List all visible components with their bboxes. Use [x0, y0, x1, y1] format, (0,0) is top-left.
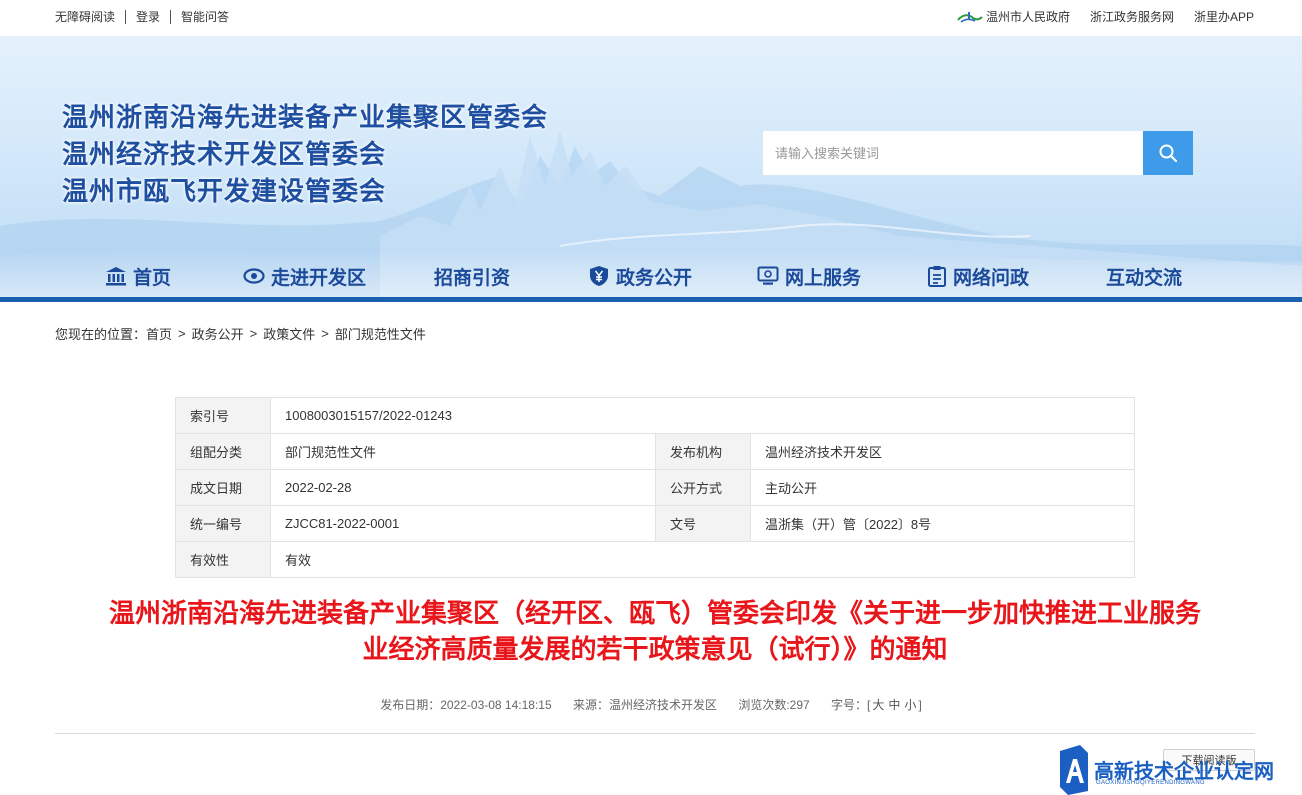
building-icon	[106, 267, 126, 286]
search-icon	[1159, 144, 1178, 163]
top-bar-right: 温州市人民政府 浙江政务服务网 浙里办APP	[957, 9, 1254, 25]
header-banner: 温州浙南沿海先进装备产业集聚区管委会 温州经济技术开发区管委会 温州市瓯飞开发建…	[0, 36, 1302, 302]
meta-label-validity: 有效性	[175, 541, 271, 578]
meta-value-docno: 温浙集（开）管〔2022〕8号	[750, 505, 1135, 542]
table-row: 组配分类 部门规范性文件 发布机构 温州经济技术开发区	[175, 433, 1135, 470]
breadcrumb-separator: >	[249, 326, 258, 341]
meta-value-validity: 有效	[270, 541, 1135, 578]
wenzhou-logo-icon	[957, 12, 983, 23]
main-nav: 首页 走进开发区 招商引资 政务公开 网上服务 网络问政 互动交流	[0, 256, 1302, 296]
meta-label-docno: 文号	[655, 505, 751, 542]
meta-label-publisher: 发布机构	[655, 433, 751, 470]
zheliban-app-link[interactable]: 浙里办APP	[1194, 9, 1254, 25]
font-medium-button[interactable]: 中	[888, 698, 900, 712]
font-large-button[interactable]: 大	[872, 698, 884, 712]
zhejiang-service-link[interactable]: 浙江政务服务网	[1090, 9, 1174, 25]
nav-label-about-zone: 走进开发区	[271, 267, 367, 289]
nav-label-online-service: 网上服务	[785, 267, 862, 289]
article-title-line-2: 业经济高质量发展的若干政策意见（试行）》的通知	[362, 635, 948, 665]
watermark: 高新技术企业认定网 GAOXINJISHUQIYERENDINGWANG	[1056, 745, 1302, 795]
eye-icon	[243, 268, 265, 284]
meta-label-category: 组配分类	[175, 433, 271, 470]
breadcrumb-gov-affairs[interactable]: 政务公开	[192, 324, 244, 343]
meta-value-publisher: 温州经济技术开发区	[750, 433, 1135, 470]
yen-shield-icon	[590, 266, 608, 286]
table-row: 索引号 1008003015157/2022-01243	[175, 397, 1135, 434]
nav-item-home[interactable]: 首页	[105, 256, 171, 296]
site-title-line-3: 温州市瓯飞开发建设管委会	[62, 177, 387, 207]
nav-item-online-inquiry[interactable]: 网络问政	[927, 256, 1029, 296]
accessibility-link[interactable]: 无障碍阅读	[55, 10, 115, 24]
article-title: 温州浙南沿海先进装备产业集聚区（经开区、瓯飞）管委会印发《关于进一步加快推进工业…	[55, 596, 1255, 668]
article-info: 发布日期：2022-03-08 14:18:15 来源：温州经济技术开发区 浏览…	[0, 696, 1302, 713]
wenzhou-gov-label: 温州市人民政府	[985, 10, 1070, 24]
clipboard-icon	[928, 266, 946, 287]
font-size-close: ]	[918, 698, 922, 712]
wenzhou-gov-link[interactable]: 温州市人民政府	[957, 9, 1070, 25]
view-count: 浏览次数:297	[738, 698, 810, 712]
top-bar-left: 无障碍阅读 登录 智能问答	[55, 10, 229, 24]
publish-date: 发布日期：2022-03-08 14:18:15	[380, 698, 552, 712]
nav-item-investment[interactable]: 招商引资	[434, 256, 510, 296]
meta-label-index: 索引号	[175, 397, 271, 434]
divider	[170, 10, 172, 24]
breadcrumb: 您现在的位置： 首页 > 政务公开 > 政策文件 > 部门规范性文件	[55, 324, 426, 343]
meta-label-code: 统一编号	[175, 505, 271, 542]
nav-label-home: 首页	[133, 267, 172, 289]
meta-value-mode: 主动公开	[750, 469, 1135, 506]
watermark-logo-icon	[1060, 745, 1088, 795]
breadcrumb-separator: >	[178, 326, 186, 341]
search-button[interactable]	[1143, 131, 1193, 175]
nav-item-gov-affairs[interactable]: 政务公开	[588, 256, 692, 296]
breadcrumb-prefix: 您现在的位置：	[55, 327, 147, 342]
nav-label-gov-affairs: 政务公开	[616, 267, 693, 289]
nav-label-online-inquiry: 网络问政	[953, 267, 1030, 289]
font-size-label: 字号：[	[831, 698, 871, 712]
table-row: 统一编号 ZJCC81-2022-0001 文号 温浙集（开）管〔2022〕8号	[175, 505, 1135, 542]
meta-value-code: ZJCC81-2022-0001	[270, 505, 656, 542]
monitor-icon	[757, 266, 779, 285]
nav-label-interaction: 互动交流	[1106, 267, 1183, 289]
nav-bottom-bar	[0, 297, 1302, 302]
document-meta-table: 索引号 1008003015157/2022-01243 组配分类 部门规范性文…	[175, 397, 1135, 578]
divider	[55, 733, 1255, 734]
table-row: 成文日期 2022-02-28 公开方式 主动公开	[175, 469, 1135, 506]
article-title-line-1: 温州浙南沿海先进装备产业集聚区（经开区、瓯飞）管委会印发《关于进一步加快推进工业…	[108, 599, 1201, 629]
login-link[interactable]: 登录	[136, 10, 160, 24]
search-box	[763, 131, 1193, 175]
site-title-block: 温州浙南沿海先进装备产业集聚区管委会 温州经济技术开发区管委会 温州市瓯飞开发建…	[62, 100, 548, 211]
site-title-line-1: 温州浙南沿海先进装备产业集聚区管委会	[62, 103, 549, 133]
breadcrumb-dept-normative[interactable]: 部门规范性文件	[335, 324, 426, 343]
meta-value-date: 2022-02-28	[270, 469, 656, 506]
nav-label-investment: 招商引资	[434, 267, 511, 289]
breadcrumb-separator: >	[321, 326, 329, 341]
table-row: 有效性 有效	[175, 541, 1135, 578]
article-source: 来源：温州经济技术开发区	[572, 698, 717, 712]
breadcrumb-policy-docs[interactable]: 政策文件	[263, 324, 315, 343]
nav-item-about-zone[interactable]: 走进开发区	[243, 256, 366, 296]
meta-value-index: 1008003015157/2022-01243	[270, 397, 1135, 434]
top-bar: 无障碍阅读 登录 智能问答 温州市人民政府 浙江政务服务网 浙里办APP	[0, 0, 1302, 36]
meta-label-mode: 公开方式	[655, 469, 751, 506]
font-size-control: 字号：[大中小]	[831, 698, 922, 712]
nav-item-interaction[interactable]: 互动交流	[1106, 256, 1182, 296]
divider	[125, 10, 127, 24]
nav-item-online-service[interactable]: 网上服务	[757, 256, 861, 296]
smart-qa-link[interactable]: 智能问答	[181, 10, 229, 24]
watermark-subtext: GAOXINJISHUQIYERENDINGWANG	[1096, 780, 1205, 786]
font-small-button[interactable]: 小	[904, 698, 916, 712]
meta-value-category: 部门规范性文件	[270, 433, 656, 470]
search-input[interactable]	[763, 131, 1143, 175]
site-title-line-2: 温州经济技术开发区管委会	[62, 140, 387, 170]
meta-label-date: 成文日期	[175, 469, 271, 506]
breadcrumb-home[interactable]: 首页	[146, 324, 172, 343]
